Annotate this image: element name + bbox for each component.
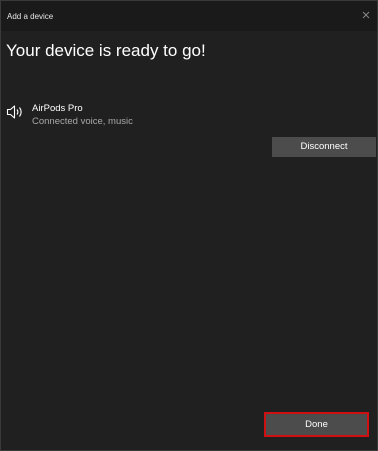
close-icon	[362, 11, 370, 19]
window-title: Add a device	[7, 12, 54, 21]
page-title: Your device is ready to go!	[6, 41, 206, 60]
disconnect-button[interactable]: Disconnect	[272, 137, 376, 157]
title-bar: Add a device	[1, 1, 377, 31]
add-device-dialog: Add a device Your device is ready to go!…	[0, 0, 378, 451]
device-status: Connected voice, music	[32, 116, 133, 127]
device-list-item: AirPods Pro Connected voice, music	[6, 102, 206, 130]
done-button[interactable]: Done	[264, 412, 369, 437]
device-name: AirPods Pro	[32, 103, 83, 114]
close-button[interactable]	[359, 8, 373, 22]
speaker-icon	[6, 105, 22, 119]
